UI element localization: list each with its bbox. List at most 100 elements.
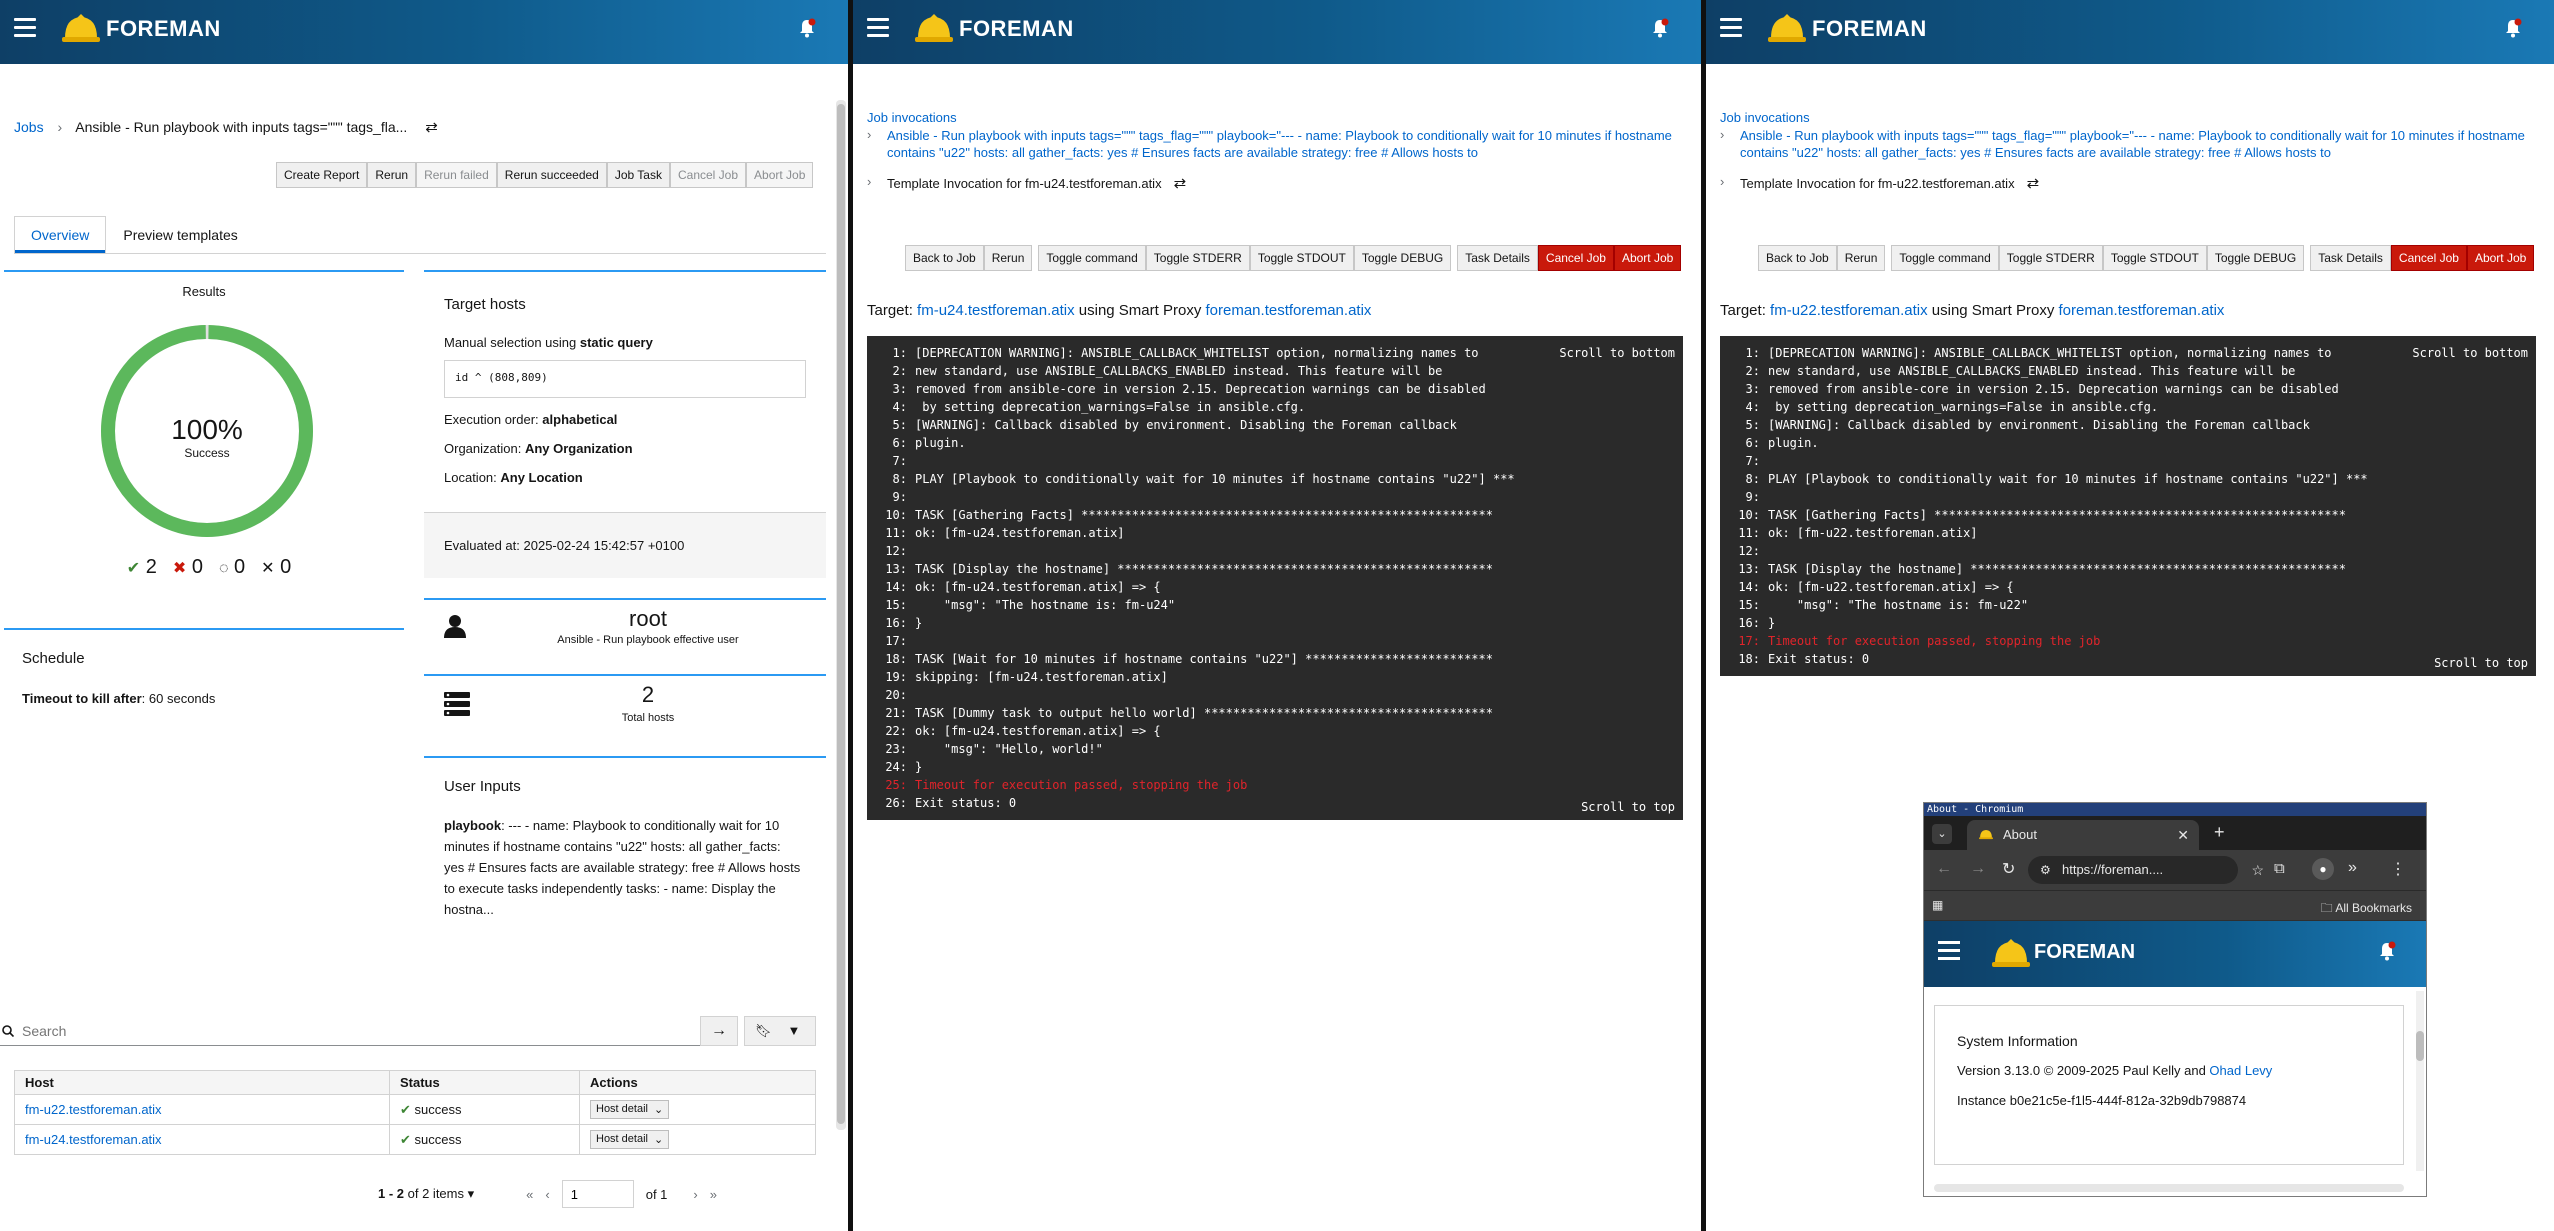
host-link[interactable]: fm-u24.testforeman.atix xyxy=(25,1132,162,1147)
back-arrow-icon[interactable]: ← xyxy=(1936,860,1952,878)
scroll-to-top-link[interactable]: Scroll to top xyxy=(1581,798,1675,816)
first-page-icon[interactable]: « xyxy=(526,1187,533,1202)
scroll-to-bottom-link[interactable]: Scroll to bottom xyxy=(2412,344,2528,362)
new-tab-plus-icon[interactable]: + xyxy=(2214,822,2225,843)
search-input[interactable] xyxy=(22,1020,682,1042)
back-to-job-button[interactable]: Back to Job xyxy=(905,245,984,271)
breadcrumb-job-link[interactable]: Ansible - Run playbook with inputs tags=… xyxy=(887,127,1687,161)
switch-icon[interactable]: ⇄ xyxy=(1174,175,1187,192)
toggle-stdout-button[interactable]: Toggle STDOUT xyxy=(1249,245,1354,271)
rerun-succeeded-button[interactable]: Rerun succeeded xyxy=(496,162,607,188)
notification-bell-icon[interactable] xyxy=(798,18,816,38)
line-number: 13: xyxy=(885,562,907,576)
bookmark-star-icon[interactable]: ☆ xyxy=(2251,856,2264,884)
prev-page-icon[interactable]: ‹ xyxy=(545,1187,549,1202)
last-page-icon[interactable]: » xyxy=(710,1187,717,1202)
line-number: 26: xyxy=(885,796,907,810)
switch-icon[interactable]: ⇄ xyxy=(2027,175,2040,192)
column-status[interactable]: Status xyxy=(389,1070,580,1095)
all-bookmarks-folder[interactable]: 🗀 All Bookmarks xyxy=(2321,899,2412,920)
breadcrumb-job-invocations-link[interactable]: Job invocations xyxy=(1720,110,1810,125)
reload-icon[interactable]: ↻ xyxy=(2002,859,2015,879)
next-page-icon[interactable]: › xyxy=(693,1187,697,1202)
column-host[interactable]: Host xyxy=(14,1070,390,1095)
kebab-menu-icon[interactable]: ⋮ xyxy=(2390,859,2406,879)
host-detail-button[interactable]: Host detail ⌄ xyxy=(590,1100,670,1119)
toggle-debug-button[interactable]: Toggle DEBUG xyxy=(2206,245,2305,271)
browser-tab-about[interactable]: About ✕ xyxy=(1967,820,2199,850)
toggle-stderr-button[interactable]: Toggle STDERR xyxy=(1145,245,1250,271)
toggle-debug-button[interactable]: Toggle DEBUG xyxy=(1353,245,1452,271)
profile-avatar-icon[interactable]: ● xyxy=(2312,858,2334,880)
brand-name[interactable]: FOREMAN xyxy=(1812,16,1927,42)
page-input[interactable] xyxy=(561,1180,634,1208)
breadcrumb-job-invocations-link[interactable]: Job invocations xyxy=(867,110,957,125)
scroll-to-top-link[interactable]: Scroll to top xyxy=(2434,654,2528,672)
screen: FOREMAN Jobs › Ansible - Run playbook wi… xyxy=(0,0,2554,1231)
abort-job-button[interactable]: Abort Job xyxy=(1613,245,1682,271)
job-task-button[interactable]: Job Task xyxy=(606,162,670,188)
search-submit-arrow-icon[interactable]: → xyxy=(700,1016,738,1046)
content-scrollbar[interactable] xyxy=(2416,991,2424,1171)
smart-proxy-link[interactable]: foreman.testforeman.atix xyxy=(1206,302,1372,319)
overflow-chevrons-icon[interactable]: » xyxy=(2348,859,2357,877)
back-to-job-button[interactable]: Back to Job xyxy=(1758,245,1837,271)
line-number: 5: xyxy=(1745,418,1760,432)
hamburger-menu-icon[interactable] xyxy=(1720,18,1742,38)
line-number: 1: xyxy=(892,346,907,360)
page-scrollbar[interactable] xyxy=(836,100,846,1130)
abort-job-button[interactable]: Abort Job xyxy=(746,162,814,188)
tab-overview[interactable]: Overview xyxy=(14,216,107,254)
notification-bell-icon[interactable] xyxy=(2504,18,2522,38)
bookmark-dropdown[interactable]: 🔖︎ ▼ xyxy=(744,1016,816,1046)
caret-down-icon[interactable]: ⌄ xyxy=(654,1133,663,1146)
scroll-to-bottom-link[interactable]: Scroll to bottom xyxy=(1559,344,1675,362)
smart-proxy-link[interactable]: foreman.testforeman.atix xyxy=(2059,302,2225,319)
pagination-toggle[interactable]: 1 - 2 of 2 items ▾ xyxy=(378,1186,474,1202)
host-detail-button[interactable]: Host detail ⌄ xyxy=(590,1130,670,1149)
brand-name[interactable]: FOREMAN xyxy=(2034,941,2135,964)
console-output: Scroll to bottom 1: [DEPRECATION WARNING]… xyxy=(1720,336,2536,676)
toggle-command-button[interactable]: Toggle command xyxy=(1891,245,1999,271)
notification-bell-icon[interactable] xyxy=(1651,18,1669,38)
rerun-button[interactable]: Rerun xyxy=(1836,245,1886,271)
extensions-icon[interactable]: ⧉ xyxy=(2274,860,2285,877)
breadcrumb-jobs-link[interactable]: Jobs xyxy=(14,119,44,135)
abort-job-button[interactable]: Abort Job xyxy=(2466,245,2535,271)
switch-icon[interactable]: ⇄ xyxy=(425,119,438,136)
notification-bell-icon[interactable] xyxy=(2378,941,2396,961)
site-info-icon[interactable]: ⚙ xyxy=(2040,856,2051,884)
hamburger-menu-icon[interactable] xyxy=(14,18,36,38)
host-link[interactable]: fm-u22.testforeman.atix xyxy=(25,1102,162,1117)
create-report-button[interactable]: Create Report xyxy=(276,162,368,188)
close-tab-icon[interactable]: ✕ xyxy=(2177,820,2189,850)
toggle-stderr-button[interactable]: Toggle STDERR xyxy=(1998,245,2103,271)
hamburger-menu-icon[interactable] xyxy=(1938,941,1960,960)
hamburger-menu-icon[interactable] xyxy=(867,18,889,38)
toggle-command-button[interactable]: Toggle command xyxy=(1038,245,1146,271)
cancel-job-button[interactable]: Cancel Job xyxy=(2390,245,2467,271)
cancel-job-button[interactable]: Cancel Job xyxy=(669,162,747,188)
caret-down-icon[interactable]: ⌄ xyxy=(654,1103,663,1116)
target-host-link[interactable]: fm-u22.testforeman.atix xyxy=(1770,302,1928,319)
execution-order: Execution order: alphabetical xyxy=(444,412,618,427)
address-bar[interactable]: ⚙ https://foreman.... ☆ xyxy=(2028,856,2264,884)
tab-search-chevron-icon[interactable]: ⌄ xyxy=(1932,824,1952,844)
cancel-job-button[interactable]: Cancel Job xyxy=(1537,245,1614,271)
task-details-button[interactable]: Task Details xyxy=(1457,245,1538,271)
console-line: 12: xyxy=(867,542,1683,560)
toggle-stdout-button[interactable]: Toggle STDOUT xyxy=(2102,245,2207,271)
horizontal-scrollbar[interactable] xyxy=(1934,1184,2404,1192)
ohad-levy-link[interactable]: Ohad Levy xyxy=(2209,1063,2272,1078)
target-host-link[interactable]: fm-u24.testforeman.atix xyxy=(917,302,1075,319)
rerun-button[interactable]: Rerun xyxy=(983,245,1033,271)
rerun-button[interactable]: Rerun xyxy=(367,162,417,188)
tab-preview-templates[interactable]: Preview templates xyxy=(106,216,254,254)
task-details-button[interactable]: Task Details xyxy=(2310,245,2391,271)
forward-arrow-icon[interactable]: → xyxy=(1970,860,1986,878)
rerun-failed-button[interactable]: Rerun failed xyxy=(416,162,497,188)
brand-name[interactable]: FOREMAN xyxy=(959,16,1074,42)
breadcrumb-job-link[interactable]: Ansible - Run playbook with inputs tags=… xyxy=(1740,127,2540,161)
apps-grid-icon[interactable]: ▦ xyxy=(1932,898,1943,912)
brand-name[interactable]: FOREMAN xyxy=(106,16,221,42)
